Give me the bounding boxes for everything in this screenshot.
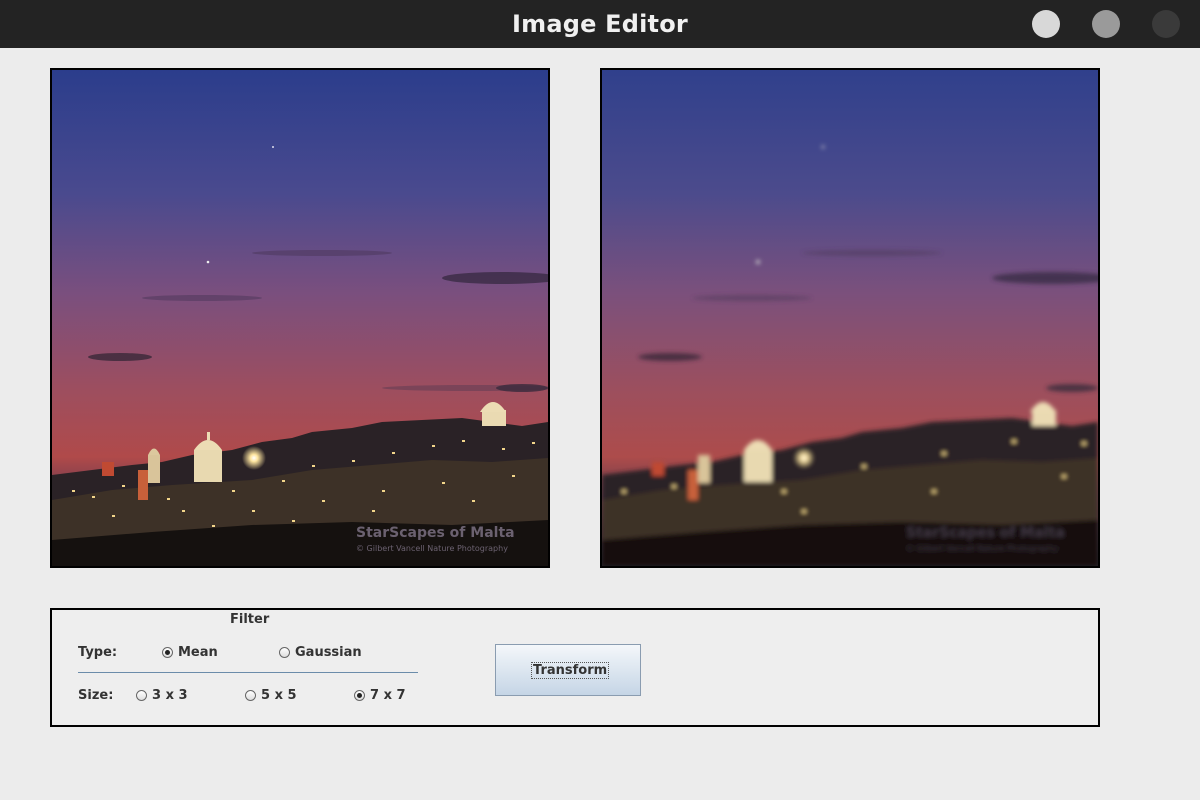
- transform-button[interactable]: Transform: [495, 644, 641, 696]
- type-radio-gaussian[interactable]: [279, 647, 290, 658]
- type-label: Type:: [78, 645, 118, 660]
- size-option-3x3-label[interactable]: 3 x 3: [152, 688, 188, 703]
- filtered-image-panel: StarScapes of Malta © Gilbert Vancell Na…: [600, 68, 1100, 568]
- original-image-panel: StarScapes of Malta © Gilbert Vancell Na…: [50, 68, 550, 568]
- window-title: Image Editor: [512, 10, 688, 38]
- size-option-7x7-label[interactable]: 7 x 7: [370, 688, 406, 703]
- original-image: StarScapes of Malta © Gilbert Vancell Na…: [52, 70, 548, 566]
- window-maximize-button[interactable]: [1092, 10, 1120, 38]
- window-minimize-button[interactable]: [1152, 10, 1180, 38]
- transform-button-label: Transform: [530, 662, 610, 679]
- type-option-gaussian-label[interactable]: Gaussian: [295, 645, 362, 660]
- size-label: Size:: [78, 688, 114, 703]
- filter-panel-title: Filter: [230, 612, 270, 627]
- watermark-title: StarScapes of Malta: [906, 525, 1065, 541]
- window-close-button[interactable]: [1032, 10, 1060, 38]
- filter-panel: Filter Type: Mean Gaussian Size: 3 x 3 5…: [50, 608, 1100, 727]
- watermark-credit: © Gilbert Vancell Nature Photography: [906, 544, 1058, 553]
- size-option-5x5-label[interactable]: 5 x 5: [261, 688, 297, 703]
- size-radio-5x5[interactable]: [245, 690, 256, 701]
- size-radio-3x3[interactable]: [136, 690, 147, 701]
- filtered-image: StarScapes of Malta © Gilbert Vancell Na…: [602, 70, 1098, 566]
- watermark-credit: © Gilbert Vancell Nature Photography: [356, 544, 508, 553]
- watermark-title: StarScapes of Malta: [356, 525, 515, 541]
- type-radio-mean[interactable]: [162, 647, 173, 658]
- type-option-mean-label[interactable]: Mean: [178, 645, 218, 660]
- separator: [78, 672, 418, 673]
- size-radio-7x7[interactable]: [354, 690, 365, 701]
